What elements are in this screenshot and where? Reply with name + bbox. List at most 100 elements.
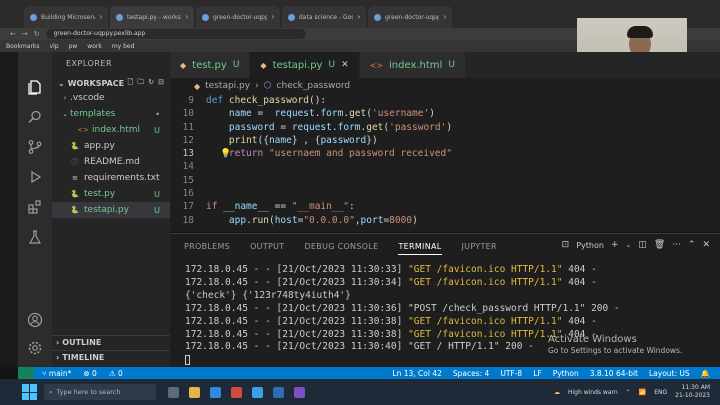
timeline-section[interactable]: › TIMELINE xyxy=(52,350,170,364)
back-icon[interactable]: ← xyxy=(10,30,16,38)
interpreter[interactable]: 3.8.10 64-bit xyxy=(590,369,638,378)
reload-icon[interactable]: ↻ xyxy=(34,30,40,38)
close-icon[interactable]: ✕ xyxy=(443,14,446,21)
terminal-prompt-line[interactable] xyxy=(185,354,620,367)
tree-item-vscode[interactable]: › .vscode xyxy=(52,90,170,106)
url-input[interactable]: green-doctor-uqppy.pexlib.app xyxy=(45,29,306,39)
close-icon[interactable]: ✕ xyxy=(702,240,710,250)
collapse-icon[interactable]: ⊟ xyxy=(158,78,164,89)
language-mode[interactable]: Python xyxy=(553,369,579,378)
code-editor[interactable]: 9 def check_password(): 10 name = request.… xyxy=(170,94,720,232)
bookmark-item[interactable]: vlp xyxy=(50,43,59,50)
tree-item-readme-md[interactable]: ⓘ README.md xyxy=(52,154,170,170)
windows-start-icon[interactable] xyxy=(22,384,38,400)
browser-tab[interactable]: green-doctor-uqppy.pexlb.app ✕ xyxy=(368,6,452,28)
branch-status[interactable]: ⑂ main* xyxy=(42,369,71,378)
code-line[interactable]: 10 name = request.form.get('username') xyxy=(170,107,720,120)
editor-tab-testapi-py[interactable]: ◆ testapi.py U ✕ xyxy=(250,52,360,78)
browser-tab[interactable]: data science - Google Search ✕ xyxy=(282,6,366,28)
errors-status[interactable]: ⊗ 0 xyxy=(83,369,96,378)
file-explorer-icon[interactable] xyxy=(189,386,200,398)
new-file-icon[interactable]: 🗋 xyxy=(128,78,134,89)
tray-arrow-icon[interactable]: ⌃ xyxy=(626,389,631,396)
editor-tab-test-py[interactable]: ◆ test.py U xyxy=(170,52,251,78)
outline-section[interactable]: › OUTLINE xyxy=(52,335,170,349)
breadcrumb-file[interactable]: testapi.py xyxy=(205,81,250,91)
chevron-down-icon[interactable]: ⌄ xyxy=(625,241,631,249)
code-line[interactable]: 11 password = request.form.get('password… xyxy=(170,121,720,134)
code-line[interactable]: 9 def check_password(): xyxy=(170,94,720,107)
code-line[interactable]: 12 print({name} , {password}) xyxy=(170,134,720,147)
tree-item-templates[interactable]: ⌄ templates • xyxy=(52,106,170,122)
bookmark-item[interactable]: Bookmarks xyxy=(6,43,40,50)
taskbar-search[interactable]: ⌕ Type here to search xyxy=(44,384,156,400)
code-line[interactable]: 15 xyxy=(170,174,720,187)
code-line[interactable]: 18 app.run(host="0.0.0.0",port=8000) xyxy=(170,214,720,227)
task-view-icon[interactable] xyxy=(168,386,179,398)
code-line[interactable]: 17 if __name__ == "__main__": xyxy=(170,200,720,213)
zoom-icon[interactable] xyxy=(273,386,284,398)
code-line[interactable]: 13 return "usernaem and password receive… xyxy=(170,147,720,160)
tab-debug-console[interactable]: DEBUG CONSOLE xyxy=(304,242,378,251)
weather-status[interactable]: High winds warn xyxy=(568,389,618,396)
close-icon[interactable]: ✕ xyxy=(99,14,102,21)
notifications-icon[interactable]: 🔔 xyxy=(701,369,710,378)
search-icon[interactable] xyxy=(26,108,44,126)
keyboard-layout[interactable]: Layout: US xyxy=(649,369,690,378)
tree-item-app-py[interactable]: 🐍 app.py xyxy=(52,138,170,154)
warnings-status[interactable]: ⚠ 0 xyxy=(109,369,123,378)
close-icon[interactable]: ✕ xyxy=(185,14,188,21)
close-icon[interactable]: ✕ xyxy=(341,60,349,70)
tab-jupyter[interactable]: JUPYTER xyxy=(462,242,497,251)
editor-tab-index-html[interactable]: <> index.html U xyxy=(359,52,466,78)
bookmark-item[interactable]: pw xyxy=(69,43,78,50)
tree-item-testapi-py[interactable]: 🐍 testapi.py U xyxy=(52,202,170,218)
tree-item-test-py[interactable]: 🐍 test.py U xyxy=(52,186,170,202)
tree-item-requirements-txt[interactable]: ≡ requirements.txt xyxy=(52,170,170,186)
clock[interactable]: 11:30 AM 21-10-2023 xyxy=(675,384,710,400)
split-terminal-icon[interactable]: ◫ xyxy=(638,240,647,250)
chrome-icon[interactable] xyxy=(231,386,242,398)
line-ending[interactable]: LF xyxy=(533,369,542,378)
account-icon[interactable] xyxy=(26,311,44,329)
tab-terminal[interactable]: TERMINAL xyxy=(398,242,442,255)
browser-tab[interactable]: testapi.py - workspace - Gradio ✕ xyxy=(110,6,194,28)
indentation[interactable]: Spaces: 4 xyxy=(453,369,489,378)
tab-problems[interactable]: PROBLEMS xyxy=(184,242,230,251)
network-icon[interactable]: 📶 xyxy=(639,389,646,396)
close-icon[interactable]: ✕ xyxy=(271,14,274,21)
browser-tab[interactable]: Building Microservices in less t✕ xyxy=(24,6,108,28)
terminal-name[interactable]: Python xyxy=(576,241,604,250)
app-icon[interactable] xyxy=(294,386,305,398)
run-debug-icon[interactable] xyxy=(26,168,44,186)
tab-output[interactable]: OUTPUT xyxy=(250,242,284,251)
more-icon[interactable]: ··· xyxy=(672,240,681,250)
refresh-icon[interactable]: ↻ xyxy=(148,78,154,89)
explorer-icon[interactable] xyxy=(26,78,44,96)
close-icon[interactable]: ✕ xyxy=(357,14,360,21)
code-line[interactable]: 16 xyxy=(170,187,720,200)
testing-flask-icon[interactable] xyxy=(26,228,44,246)
code-line[interactable]: 14 xyxy=(170,160,720,173)
maximize-icon[interactable]: ⌃ xyxy=(688,240,696,250)
lightbulb-icon[interactable]: 💡 xyxy=(220,148,231,161)
trash-icon[interactable]: 🗑 xyxy=(654,240,665,250)
vscode-icon[interactable] xyxy=(252,386,263,398)
breadcrumb-symbol[interactable]: check_password xyxy=(277,81,351,91)
language-indicator[interactable]: ENG xyxy=(654,389,667,396)
forward-icon[interactable]: → xyxy=(22,30,28,38)
tree-item-index-html[interactable]: <> index.html U xyxy=(52,122,170,138)
cursor-position[interactable]: Ln 13, Col 42 xyxy=(392,369,441,378)
edge-icon[interactable] xyxy=(210,386,221,398)
new-folder-icon[interactable]: 🗀 xyxy=(137,78,144,89)
remote-indicator[interactable] xyxy=(18,367,34,379)
extensions-icon[interactable] xyxy=(26,198,44,216)
browser-tab[interactable]: green-doctor-uqppy.pexlb.app ✕ xyxy=(196,6,280,28)
bookmark-item[interactable]: my bed xyxy=(112,43,135,50)
bookmark-item[interactable]: work xyxy=(87,43,102,50)
source-control-icon[interactable] xyxy=(26,138,44,156)
encoding[interactable]: UTF-8 xyxy=(500,369,522,378)
gear-icon[interactable] xyxy=(26,339,44,357)
add-terminal-icon[interactable]: + xyxy=(611,240,619,250)
workspace-header[interactable]: ⌄ WORKSPACE 🗋 🗀 ↻ ⊟ xyxy=(52,76,170,90)
